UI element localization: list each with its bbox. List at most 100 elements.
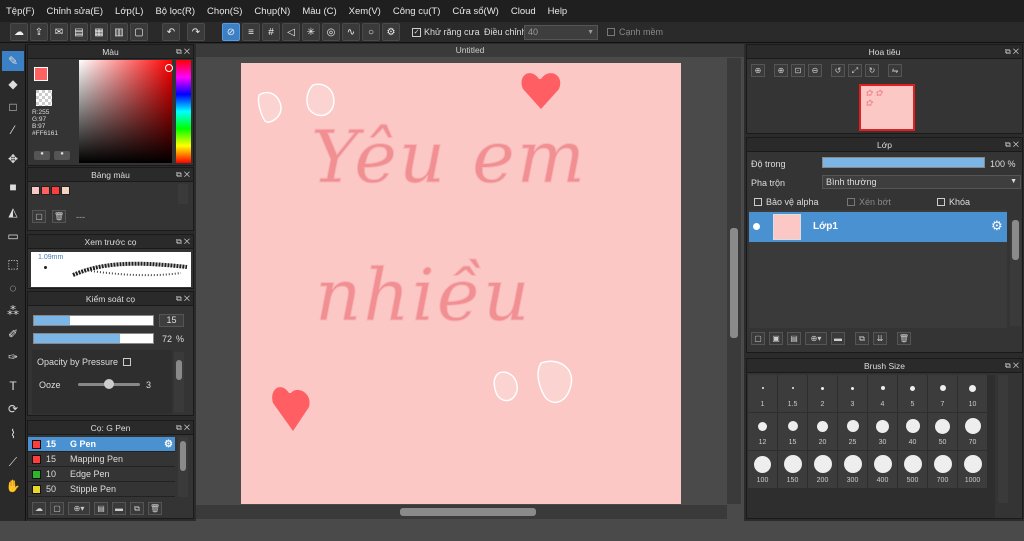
brush-size-cell[interactable]: 100: [748, 451, 777, 488]
brush-size-cell[interactable]: 10: [958, 375, 987, 412]
brush-size-cell[interactable]: 1000: [958, 451, 987, 488]
brush-size-cell[interactable]: 300: [838, 451, 867, 488]
brush-list-scrollbar[interactable]: [178, 437, 188, 497]
perspective-snap-icon[interactable]: ◁: [282, 23, 300, 41]
protect-alpha-toggle[interactable]: Bảo vệ alpha: [754, 197, 819, 207]
brush-size-cell[interactable]: 1.5: [778, 375, 807, 412]
menu-capture[interactable]: Chụp(N): [248, 6, 296, 17]
grid-snap-icon[interactable]: #: [262, 23, 280, 41]
brush-size-cell[interactable]: 200: [808, 451, 837, 488]
select-pen-tool-icon[interactable]: ✐: [2, 324, 24, 344]
select-eraser-tool-icon[interactable]: ✑: [2, 347, 24, 367]
gradient-tool-icon[interactable]: ▭: [2, 226, 24, 246]
saturation-value-picker[interactable]: [79, 60, 173, 163]
image-icon[interactable]: ▤: [70, 23, 88, 41]
duplicate-icon[interactable]: ⧉: [130, 502, 144, 515]
merge-down-icon[interactable]: ⇊: [873, 332, 887, 345]
brush-size-cell[interactable]: 150: [778, 451, 807, 488]
concentric-snap-icon[interactable]: ◎: [322, 23, 340, 41]
grid-icon[interactable]: ▦: [90, 23, 108, 41]
panel-close-icon[interactable]: ⧉ ✕: [1005, 359, 1019, 373]
brush-size-cell[interactable]: 20: [808, 413, 837, 450]
palette-swatch[interactable]: [61, 186, 70, 195]
zoom-out-icon[interactable]: ⊖: [808, 64, 822, 77]
fullscreen-icon[interactable]: ⤢: [848, 64, 862, 77]
panel-close-icon[interactable]: ⧉ ✕: [176, 168, 190, 182]
fit-icon[interactable]: ⊡: [791, 64, 805, 77]
palette-scrollbar[interactable]: [178, 184, 188, 204]
document-tab[interactable]: Untitled: [196, 44, 744, 57]
panel-close-icon[interactable]: ⧉ ✕: [176, 421, 190, 435]
navigator-thumbnail[interactable]: ✿ ✿ ✿: [859, 84, 915, 131]
new-layer-icon[interactable]: ▢: [751, 332, 765, 345]
layer-opacity-slider[interactable]: [822, 157, 985, 168]
curve-snap-icon[interactable]: ∿: [342, 23, 360, 41]
shape-tool-icon[interactable]: □: [2, 97, 24, 117]
menu-color[interactable]: Màu (C): [296, 6, 342, 17]
layers-icon[interactable]: ▥: [110, 23, 128, 41]
brush-size-cell[interactable]: 15: [778, 413, 807, 450]
lasso-tool-icon[interactable]: ◌: [2, 278, 24, 298]
brush-size-cell[interactable]: 70: [958, 413, 987, 450]
ooze-slider[interactable]: [78, 379, 140, 389]
chat-icon[interactable]: ✉: [50, 23, 68, 41]
smooth-edge-toggle[interactable]: Cạnh mềm: [607, 27, 663, 37]
brush-tool-icon[interactable]: ✎: [2, 51, 24, 71]
rotate-right-icon[interactable]: ↻: [865, 64, 879, 77]
add-brush-icon[interactable]: ⊕▾: [68, 502, 90, 515]
trash-icon[interactable]: 🗑: [52, 210, 66, 223]
layer-row[interactable]: Lớp1 ⚙: [749, 212, 1007, 242]
brush-settings-icon[interactable]: ▤: [94, 502, 108, 515]
antialias-toggle[interactable]: ✓ Khử răng cưa: [412, 27, 480, 37]
circle-snap-icon[interactable]: ○: [362, 23, 380, 41]
brush-size-cell[interactable]: 12: [748, 413, 777, 450]
brush-list-item[interactable]: 15 Mapping Pen: [28, 452, 175, 467]
menu-view[interactable]: Xem(V): [343, 6, 387, 17]
menu-tools[interactable]: Công cụ(T): [387, 6, 447, 17]
zoom-in-icon[interactable]: ⊕: [751, 64, 765, 77]
opacity-by-pressure-toggle[interactable]: Opacity by Pressure: [37, 357, 135, 367]
menu-filter[interactable]: Bộ lọc(R): [149, 6, 201, 17]
gear-icon[interactable]: ⚙: [164, 439, 173, 450]
brush-size-value[interactable]: 15: [159, 314, 184, 327]
brush-size-cell[interactable]: 7: [928, 375, 957, 412]
menu-file[interactable]: Tệp(F): [0, 6, 41, 17]
gear-icon[interactable]: ⚙: [991, 218, 1003, 234]
panel-close-icon[interactable]: ⧉ ✕: [176, 45, 190, 59]
brush-size-cell[interactable]: 50: [928, 413, 957, 450]
flip-icon[interactable]: ⇋: [888, 64, 902, 77]
brush-size-cell[interactable]: 3: [838, 375, 867, 412]
cloud-brush-icon[interactable]: ☁: [32, 502, 46, 515]
divide-tool-icon[interactable]: ⟳: [2, 399, 24, 419]
panel-close-icon[interactable]: ⧉ ✕: [1005, 138, 1019, 152]
picker-cursor[interactable]: [165, 64, 173, 72]
panel-close-icon[interactable]: ⧉ ✕: [176, 292, 190, 306]
new-icon[interactable]: ▢: [130, 23, 148, 41]
blend-mode-select[interactable]: Bình thường ▼: [822, 175, 1021, 189]
correction-select[interactable]: 40 ▼: [524, 25, 598, 40]
smudge-tool-icon[interactable]: ⁄: [2, 120, 24, 140]
brush-size-cell[interactable]: 5: [898, 375, 927, 412]
new-8bit-layer-icon[interactable]: ▤: [787, 332, 801, 345]
brush-size-cell[interactable]: 40: [898, 413, 927, 450]
settings-snap-icon[interactable]: ⚙: [382, 23, 400, 41]
drawing-canvas[interactable]: Yêu em nhiều: [241, 63, 681, 504]
menu-help[interactable]: Help: [542, 6, 574, 17]
brush-opacity-slider[interactable]: [33, 333, 154, 344]
foreground-color-swatch[interactable]: [34, 67, 48, 81]
parallel-snap-icon[interactable]: ≡: [242, 23, 260, 41]
add-layer-icon[interactable]: ⊕▾: [805, 332, 827, 345]
lock-toggle[interactable]: Khóa: [937, 197, 970, 207]
zoom-in-icon[interactable]: ⊕: [774, 64, 788, 77]
brush-list-item[interactable]: 50 Stipple Pen: [28, 482, 175, 497]
layer-scrollbar[interactable]: [1010, 220, 1021, 326]
menu-cloud[interactable]: Cloud: [505, 6, 542, 17]
rotate-left-icon[interactable]: ↺: [831, 64, 845, 77]
clipping-toggle[interactable]: Xén bớt: [847, 197, 891, 207]
menu-select[interactable]: Chọn(S): [201, 6, 248, 17]
brush-list-item[interactable]: 15 G Pen ⚙: [28, 437, 175, 452]
radial-snap-icon[interactable]: ✳: [302, 23, 320, 41]
slider-knob[interactable]: [104, 379, 114, 389]
no-snap-icon[interactable]: ⊘: [222, 23, 240, 41]
brush-size-cell[interactable]: 500: [898, 451, 927, 488]
